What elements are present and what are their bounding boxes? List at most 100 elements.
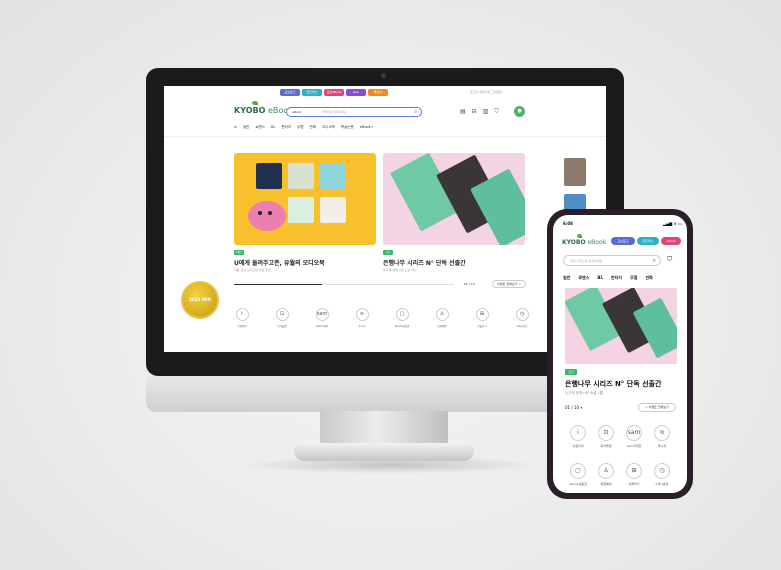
character-eye — [258, 211, 262, 215]
nav-item-ebookplus[interactable]: eBook+ — [360, 125, 374, 130]
user-icon: ♙ — [598, 463, 614, 479]
util-tab-hottracks[interactable]: 핫트랙스 — [302, 89, 322, 96]
nav-item-paper[interactable]: 학술논문 — [341, 125, 354, 130]
mobile-screen: 6:08 ▂▄▆ ≋ ▭ KYOBO eBook 교보문고 핫트랙스 eBook… — [553, 215, 687, 493]
nav-item-comic[interactable]: 만화 — [645, 275, 652, 281]
service-item[interactable]: sam sam무제한 — [304, 308, 340, 328]
util-tab-kyobo[interactable]: 교보문고 — [280, 89, 300, 96]
voucher-icon: ▢ — [395, 308, 409, 321]
service-item[interactable]: ≋ 투시지 — [344, 308, 380, 328]
banner-subtitle: 누구의 정체 n번 소설 1월 — [565, 391, 603, 395]
tab-ebook[interactable]: eBook — [661, 237, 681, 245]
service-item[interactable]: ≋ 투시지 — [650, 425, 674, 448]
sam-icon: sam — [315, 308, 329, 321]
banner-tag: 신간 — [565, 369, 577, 375]
service-item[interactable]: sam sam무제한 — [622, 425, 646, 448]
search-input[interactable]: 검색어를 입력하세요 — [321, 110, 347, 114]
nav-item-romance[interactable]: 로맨스 — [578, 275, 589, 281]
service-item[interactable]: ♙ 회원혜택 — [424, 308, 460, 328]
banner-title[interactable]: U에게 들려주고픈, 유월의 오디오북 — [234, 258, 325, 267]
service-item[interactable]: ⊡ 독서플랜 — [264, 308, 300, 328]
service-label: 투시지 — [657, 444, 667, 448]
search-icon[interactable]: ⌕ — [414, 109, 417, 115]
nav-item-general[interactable]: 일반 — [563, 275, 570, 281]
menu-icon[interactable]: ≡ — [234, 125, 237, 130]
banner-title[interactable]: 은행나무 시리즈 N° 단독 선출간 — [383, 258, 466, 267]
monitor-base — [294, 443, 474, 461]
nav-item-audiobook[interactable]: 오디오북 — [322, 125, 335, 130]
book-cover — [288, 163, 314, 189]
view-all-events-button[interactable]: 이벤트 전체보기 > — [492, 280, 526, 288]
bookshelf-icon[interactable]: ▥ — [483, 108, 489, 116]
util-links[interactable]: 로그인 회원가입 고객센터 — [470, 90, 502, 94]
nav-item-comic[interactable]: 만화 — [310, 125, 316, 130]
book-cover — [320, 197, 346, 223]
nav-item-bl[interactable]: BL — [271, 125, 275, 130]
sam-icon: sam — [626, 425, 642, 441]
logo-leaf-icon — [252, 101, 258, 105]
user-avatar[interactable]: ● — [514, 106, 525, 117]
cart-icon[interactable]: ⛉ — [667, 255, 672, 264]
gift-icon: ⊞ — [626, 463, 642, 479]
search-icon[interactable]: ⌕ — [653, 257, 656, 265]
banner-tag: 신간 — [383, 250, 393, 255]
book-cover — [288, 197, 314, 223]
mobile-banner[interactable] — [565, 288, 677, 364]
cart-icon[interactable]: ⊟ — [472, 108, 477, 116]
book-cover — [320, 163, 346, 189]
header-icons: ▤ ⊟ ▥ ⛉ — [460, 108, 499, 116]
carousel-progress — [234, 284, 454, 285]
service-label: 회원혜택 — [437, 325, 447, 328]
service-item[interactable]: ⊞ 선물하기 — [622, 463, 646, 486]
service-item[interactable]: ⊞ 선물하기 — [464, 308, 500, 328]
library-icon[interactable]: ▤ — [460, 108, 466, 116]
cash-icon: ◷ — [654, 463, 670, 479]
plan-icon: ⊡ — [275, 308, 289, 321]
pink-character — [248, 201, 286, 231]
site-logo[interactable]: KYOBO eBook — [562, 239, 606, 246]
service-item[interactable]: i 이용안내 — [224, 308, 260, 328]
book-cover — [256, 163, 282, 189]
service-item[interactable]: ♙ 회원혜택 — [594, 463, 618, 486]
service-item[interactable]: ⊡ 독서플랜 — [594, 425, 618, 448]
service-label: sam무제한 — [315, 325, 329, 328]
service-item[interactable]: ◷ e캐시충전 — [650, 463, 674, 486]
desktop-screen: 교보문고 핫트랙스 교보eBook sam 톡소다 로그인 회원가입 고객센터 … — [164, 86, 606, 352]
basket-icon[interactable]: ⛉ — [494, 108, 499, 116]
monitor-stand — [320, 411, 448, 445]
nav-item-bl[interactable]: BL — [597, 275, 603, 281]
nav-item-martial[interactable]: 무협 — [297, 125, 303, 130]
service-item[interactable]: i 이용안내 — [566, 425, 590, 448]
banner-audiobook[interactable] — [234, 153, 376, 245]
side-thumbnail[interactable] — [564, 158, 586, 186]
banner-eunhaeng[interactable] — [383, 153, 525, 245]
wave-icon: ≋ — [355, 308, 369, 321]
nav-item-fantasy[interactable]: 판타지 — [611, 275, 622, 281]
banner-subtitle: 작품 감상 오디오북 무료 추천 — [234, 268, 271, 272]
search-input[interactable]: 검색 키워드를 입력하세요 ⌕ — [563, 255, 661, 266]
carousel-pager[interactable]: 01 / 10 ⏸ — [565, 405, 582, 410]
nav-item-romance[interactable]: 로맨스 — [255, 125, 265, 130]
view-all-events-button[interactable]: < 이벤트 전체보기 — [638, 403, 676, 412]
service-item[interactable]: ▢ ebook상품권 — [384, 308, 420, 328]
search-scope-select[interactable]: eBook — [292, 110, 301, 114]
carousel-pager[interactable]: 01 / 10 — [464, 282, 475, 286]
nav-item-martial[interactable]: 무협 — [630, 275, 637, 281]
util-tab-ebook[interactable]: 교보eBook — [324, 89, 344, 96]
nav-item-fantasy[interactable]: 판타지 — [281, 125, 291, 130]
tab-kyobo[interactable]: 교보문고 — [611, 237, 635, 245]
service-label: sam무제한 — [626, 444, 642, 448]
util-tab-toksoda[interactable]: 톡소다 — [368, 89, 388, 96]
info-icon: i — [570, 425, 586, 441]
nav-item-general[interactable]: 일반 — [243, 125, 249, 130]
util-tab-sam[interactable]: sam — [346, 89, 366, 96]
service-item[interactable]: ◷ e캐시충전 — [504, 308, 540, 328]
banner-title[interactable]: 은행나무 시리즈 N° 단독 선출간 — [565, 379, 661, 389]
camera-dot — [381, 73, 386, 78]
search-bar[interactable]: eBook 검색어를 입력하세요 ⌕ — [286, 107, 422, 117]
service-item[interactable]: ▢ ebook상품권 — [566, 463, 590, 486]
service-label: ebook상품권 — [394, 325, 410, 328]
site-logo[interactable]: KYOBO eBook — [234, 106, 293, 115]
tab-hottracks[interactable]: 핫트랙스 — [637, 237, 659, 245]
service-label: 회원혜택 — [600, 482, 612, 486]
